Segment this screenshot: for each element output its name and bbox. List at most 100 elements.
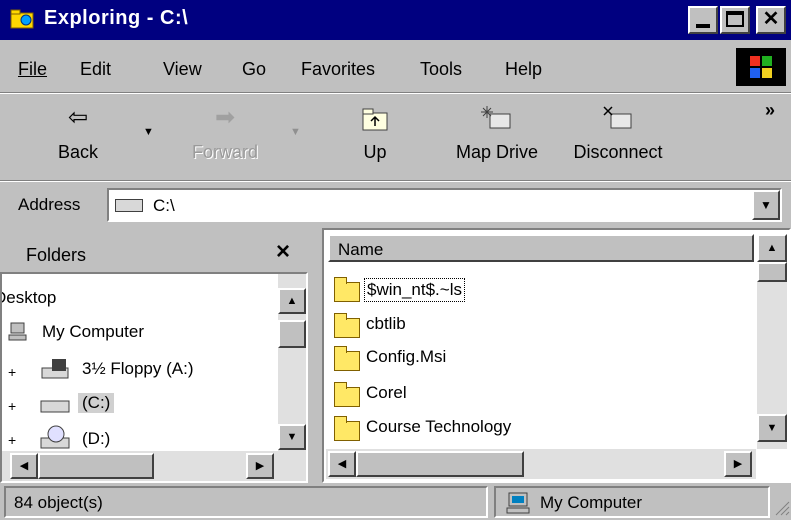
file-item[interactable]: cbtlib [366,314,406,334]
tree-item-desktop[interactable]: Desktop [2,288,56,308]
scroll-down-button[interactable]: ▼ [757,414,787,442]
map-drive-label: Map Drive [455,142,539,162]
folders-horizontal-scrollbar[interactable]: ◀ ▶ [2,451,306,481]
menu-file[interactable]: File [18,59,47,80]
menu-tools[interactable]: Tools [420,59,462,80]
file-item[interactable]: Config.Msi [366,347,446,367]
floppy-drive-icon [38,358,72,380]
folders-pane: Folders × Desktop My Computer + 3½ Flopp… [0,228,308,483]
cd-drive-icon [38,424,72,450]
resize-grip-icon[interactable] [772,498,790,516]
column-header-label: Name [338,240,384,259]
file-list-pane[interactable]: Name $win_nt$.~ls cbtlib Config.Msi Core… [322,228,791,483]
expand-icon[interactable]: + [8,364,16,380]
folders-tree[interactable]: Desktop My Computer + 3½ Floppy (A:) + (… [0,272,308,483]
map-drive-icon [444,104,550,132]
address-value: C:\ [153,196,175,215]
menu-help[interactable]: Help [505,59,542,80]
file-item[interactable]: Corel [366,383,407,403]
menu-view[interactable]: View [163,59,202,80]
status-bar: 84 object(s) My Computer [0,484,791,520]
scroll-left-button[interactable]: ◀ [10,453,38,479]
my-computer-icon [506,492,530,514]
scroll-right-button[interactable]: ▶ [724,451,752,477]
expand-icon[interactable]: + [8,398,16,414]
maximize-button[interactable] [720,6,750,34]
map-drive-button[interactable]: Map Drive [444,104,550,174]
title-bar[interactable]: Exploring - C:\ ✕ [0,0,791,40]
tree-item-my-computer[interactable]: My Computer [42,322,144,342]
scroll-thumb[interactable] [356,451,524,477]
folder-icon [334,313,360,338]
up-button[interactable]: Up [340,104,410,174]
menu-go[interactable]: Go [242,59,266,80]
chevron-up-icon: ▲ [286,295,298,307]
chevron-left-icon: ◀ [19,460,29,472]
chevron-up-icon: ▲ [766,242,778,254]
folders-vertical-scrollbar[interactable]: ▲ ▼ [278,274,306,451]
scroll-left-button[interactable]: ◀ [328,451,356,477]
list-horizontal-scrollbar[interactable]: ◀ ▶ [326,449,756,479]
folder-icon [334,346,360,371]
status-objects-panel: 84 object(s) [4,486,488,518]
folders-pane-close-icon[interactable]: × [276,238,290,266]
scroll-right-button[interactable]: ▶ [246,453,274,479]
close-button[interactable]: ✕ [756,6,786,34]
folders-pane-title: Folders [26,245,87,265]
menu-bar: File Edit View Go Favorites Tools Help [0,40,791,92]
scroll-thumb[interactable] [38,453,154,479]
drive-c-icon [115,199,143,212]
scroll-down-button[interactable]: ▼ [278,424,306,450]
folder-icon [334,382,360,407]
address-dropdown-button[interactable]: ▼ [752,190,780,220]
disconnect-drive-icon [560,104,676,132]
back-dropdown-icon[interactable]: ▼ [143,126,157,140]
forward-button[interactable]: ➡ Forward [175,104,275,174]
address-input[interactable]: C:\ ▼ [107,188,782,222]
chevron-down-icon: ▼ [286,431,298,443]
pane-splitter[interactable] [308,228,320,483]
scroll-up-button[interactable]: ▲ [278,288,306,314]
chevron-left-icon: ◀ [337,458,347,470]
back-button[interactable]: ⇦ Back [40,104,116,174]
up-folder-icon [340,104,410,132]
file-item[interactable]: $win_nt$.~ls [364,278,465,302]
minimize-button[interactable] [688,6,718,34]
maximize-icon [726,11,744,27]
back-label: Back [57,142,99,162]
menu-edit[interactable]: Edit [80,59,111,80]
forward-dropdown-icon[interactable]: ▼ [290,126,304,140]
toolbar-overflow-icon[interactable]: » [765,100,775,121]
tree-item-d-drive[interactable]: (D:) [82,429,110,449]
scroll-thumb[interactable] [278,320,306,348]
window-title: Exploring - C:\ [44,7,189,29]
chevron-right-icon: ▶ [255,460,265,472]
expand-icon[interactable]: + [8,432,16,448]
minimize-icon [696,24,710,28]
tree-item-c-drive[interactable]: (C:) [78,393,115,413]
disconnect-label: Disconnect [573,142,663,162]
chevron-down-icon: ▼ [766,422,778,434]
list-vertical-scrollbar[interactable]: ▲ ▼ [757,234,787,449]
forward-label: Forward [191,142,258,162]
address-bar: Address C:\ ▼ [0,182,791,228]
status-location: My Computer [540,493,643,512]
menu-favorites[interactable]: Favorites [301,59,375,80]
status-location-panel: My Computer [494,486,770,518]
status-object-count: 84 object(s) [14,493,103,512]
explorer-app-icon [10,8,36,30]
close-icon: ✕ [762,8,780,30]
folder-icon [334,277,360,302]
tree-item-floppy[interactable]: 3½ Floppy (A:) [82,359,194,379]
disconnect-button[interactable]: Disconnect [560,104,676,174]
up-label: Up [363,142,387,162]
column-header-name[interactable]: Name [328,234,754,262]
hard-drive-icon [38,398,72,414]
computer-icon [8,322,28,342]
scroll-up-button[interactable]: ▲ [757,234,787,262]
chevron-right-icon: ▶ [733,458,743,470]
scroll-thumb[interactable] [757,262,787,282]
back-arrow-icon: ⇦ [67,104,89,131]
folder-icon [334,416,360,441]
file-item[interactable]: Course Technology [366,417,511,437]
